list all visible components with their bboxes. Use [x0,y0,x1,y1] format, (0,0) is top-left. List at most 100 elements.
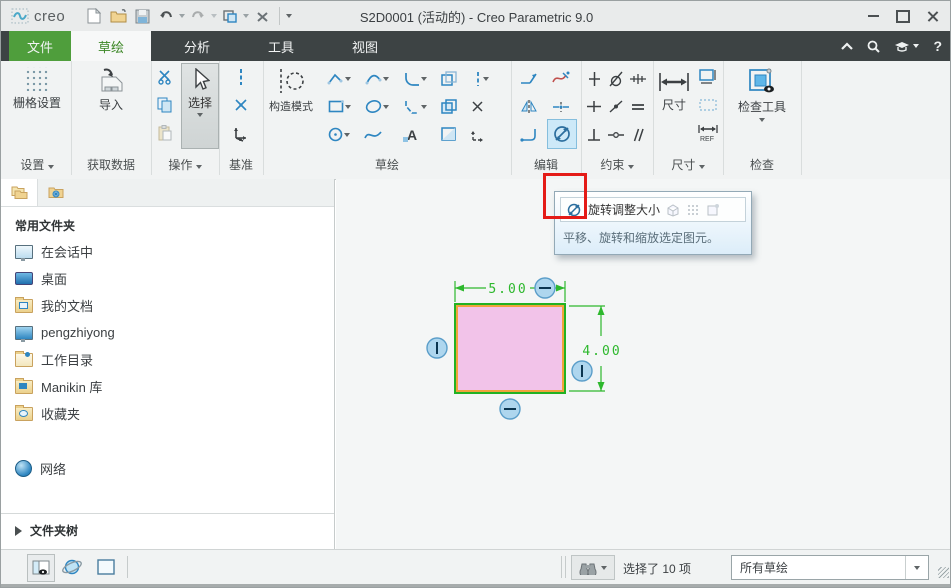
fillet-dropdown-arrow[interactable] [420,76,427,81]
sketch-rectangle[interactable] [456,305,564,392]
collapse-ribbon-button[interactable] [841,42,854,50]
dimension-button[interactable]: 尺寸 [653,65,695,113]
help-button[interactable]: ? [933,38,942,54]
tab-folder-browser[interactable] [1,179,38,206]
close-button[interactable] [918,4,948,28]
sidebar-item-manikin-library[interactable]: Manikin 库 [1,373,334,400]
text-button[interactable]: A [397,121,425,148]
tab-tools[interactable]: 工具 [243,31,319,61]
undo-button[interactable] [155,5,177,27]
group-label-operations[interactable]: 操作 [151,156,219,173]
import-button[interactable]: 导入 [71,61,151,113]
navigator-toggle-button[interactable] [27,554,55,582]
thicken-button[interactable] [435,93,463,120]
vertical-constraint-button[interactable] [583,65,605,92]
browser-toggle-button[interactable] [59,554,85,580]
undo-dropdown-arrow[interactable] [179,14,186,18]
midpoint-constraint-button[interactable] [627,65,649,92]
horizontal-constraint-badge-top[interactable] [534,277,556,299]
symmetric-constraint-button[interactable] [605,121,627,148]
selection-filter-combobox[interactable]: 所有草绘 [731,555,929,580]
arc-dropdown-arrow[interactable] [383,76,389,81]
sidebar-item-my-documents[interactable]: 我的文档 [1,292,334,319]
delete-segment-button[interactable] [547,65,575,92]
inspect-dropdown-arrow[interactable] [759,118,765,122]
construction-mode-button[interactable]: 构造模式 [265,61,317,114]
circle-button[interactable] [321,121,357,148]
centerline-dropdown-arrow[interactable] [482,76,489,81]
horizontal-constraint-button[interactable] [583,93,605,120]
minimize-button[interactable] [858,4,888,28]
divide-button[interactable] [547,93,575,120]
inspect-tools-button[interactable]: 检查工具 [723,61,801,122]
chamfer-button[interactable] [397,93,433,120]
group-label-settings[interactable]: 设置 [3,156,71,173]
horizontal-constraint-badge-bottom[interactable] [499,398,521,420]
chamfer-dropdown-arrow[interactable] [420,104,427,109]
point-datum-button[interactable] [227,91,255,118]
filter-dropdown-button[interactable] [905,556,928,579]
learning-center-button[interactable] [894,41,920,52]
tangent-constraint-button[interactable] [605,65,627,92]
rectangle-button[interactable] [321,93,357,120]
redo-button[interactable] [187,5,209,27]
parallel-constraint-button[interactable] [627,121,649,148]
spline-button[interactable] [359,121,387,148]
copy-button[interactable] [151,91,179,118]
mirror-button[interactable] [515,93,543,120]
sidebar-item-in-session[interactable]: 在会话中 [1,238,334,265]
group-label-constrain[interactable]: 约束 [581,156,653,173]
tab-sketch[interactable]: 草绘 [71,31,151,61]
redo-dropdown-arrow[interactable] [211,14,218,18]
full-window-button[interactable] [93,554,119,580]
resize-grip[interactable] [938,567,949,578]
save-button[interactable] [131,5,153,27]
customize-qat-dropdown[interactable] [286,14,293,18]
equal-constraint-button[interactable] [627,93,649,120]
line-chain-button[interactable] [321,65,357,92]
arc-button[interactable] [359,65,395,92]
fillet-button[interactable] [397,65,433,92]
maximize-button[interactable] [888,4,918,28]
regenerate-button[interactable] [219,5,241,27]
search-button[interactable] [867,40,881,53]
cut-button[interactable] [151,63,179,90]
width-dimension-value[interactable]: 5.00 [488,282,527,297]
group-label-dimension[interactable]: 尺寸 [653,156,723,173]
learning-dropdown-arrow[interactable] [913,44,920,48]
circle-dropdown-arrow[interactable] [344,132,350,137]
sidebar-item-desktop[interactable]: 桌面 [1,265,334,292]
coordinate-system-button[interactable] [227,119,255,146]
baseline-dimension-button[interactable] [695,91,721,118]
close-window-file-button[interactable] [251,5,273,27]
move-resize-button[interactable] [463,121,491,148]
folder-tree-expander[interactable]: 文件夹树 [1,513,334,547]
vertical-constraint-badge-left[interactable] [426,337,448,359]
sidebar-item-working-directory[interactable]: 工作目录 [1,346,334,373]
reference-dimension-button[interactable]: REF [695,119,721,146]
tab-analysis[interactable]: 分析 [159,31,235,61]
ellipse-button[interactable] [359,93,395,120]
rotate-resize-button[interactable] [547,119,577,149]
perpendicular-constraint-button[interactable] [583,121,605,148]
select-button[interactable]: 选择 [181,63,219,149]
vertical-constraint-badge-right[interactable] [571,360,593,382]
sidebar-item-favorites[interactable]: 收藏夹 [1,400,334,427]
regenerate-dropdown-arrow[interactable] [243,14,250,18]
sidebar-item-network[interactable]: 网络 [1,455,334,482]
line-dropdown-arrow[interactable] [345,76,351,81]
palette-button[interactable] [435,121,463,148]
sketch-point-button[interactable] [463,93,491,120]
sidebar-item-computer[interactable]: pengzhiyong [1,319,334,346]
paste-button[interactable] [151,119,179,146]
tab-view[interactable]: 视图 [327,31,403,61]
rectangle-dropdown-arrow[interactable] [344,104,351,109]
grid-settings-button[interactable]: 栅格设置 [3,61,71,111]
tab-favorites[interactable] [38,179,74,206]
ellipse-dropdown-arrow[interactable] [383,104,389,109]
find-dropdown-arrow[interactable] [601,565,607,570]
new-file-button[interactable] [83,5,105,27]
tab-file[interactable]: 文件 [9,31,71,61]
corner-button[interactable] [515,121,543,148]
perimeter-dimension-button[interactable] [695,63,721,90]
